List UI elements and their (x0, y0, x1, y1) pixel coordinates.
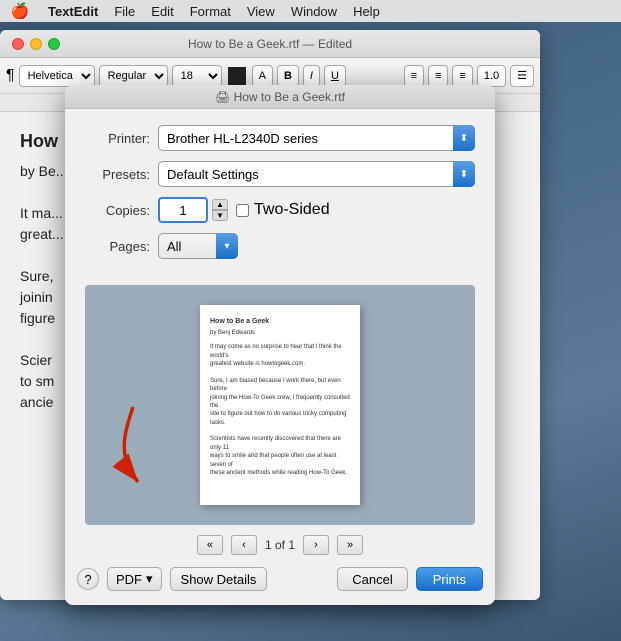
preview-page: How to Be a Geek by Benj Edwards It may … (200, 305, 360, 505)
dialog-titlebar: 🖨 How to Be a Geek.rtf (65, 85, 495, 109)
presets-label: Presets: (85, 167, 150, 182)
color-swatch[interactable] (228, 67, 246, 85)
presets-select-wrap: Default Settings ⬍ (158, 161, 475, 187)
paragraph-style-indicator: ¶ (6, 67, 15, 85)
next-page-btn[interactable]: › (303, 535, 329, 555)
two-sided-checkbox[interactable] (236, 204, 249, 217)
preview-title: How to Be a Geek (210, 317, 350, 327)
pdf-dropdown-arrow: ▾ (146, 571, 153, 587)
preview-area: How to Be a Geek by Benj Edwards It may … (85, 285, 475, 525)
preview-author: by Benj Edwards (210, 329, 350, 337)
copies-increment-btn[interactable]: ▲ (212, 199, 228, 210)
menubar-format[interactable]: Format (182, 4, 239, 19)
dialog-title: 🖨 How to Be a Geek.rtf (215, 90, 345, 104)
preview-line6: site to figure out how to do various tri… (210, 410, 350, 427)
last-page-btn[interactable]: » (337, 535, 363, 555)
dialog-body: Printer: Brother HL-L2340D series ⬍ Pres… (65, 109, 495, 285)
traffic-lights (12, 38, 60, 50)
underline-btn[interactable]: U (324, 65, 346, 87)
pages-row: Pages: All ▾ (85, 233, 475, 259)
dialog-footer: ? PDF ▾ Show Details Cancel Prints (65, 567, 495, 605)
two-sided-wrap: Two-Sided (236, 201, 330, 219)
print-dialog: 🖨 How to Be a Geek.rtf Printer: Brother … (65, 85, 495, 605)
copies-row: Copies: 1 ▲ ▼ Two-Sided (85, 197, 475, 223)
menubar-app[interactable]: TextEdit (40, 4, 106, 19)
textedit-titlebar: How to Be a Geek.rtf — Edited (0, 30, 540, 58)
copies-stepper: ▲ ▼ (212, 199, 228, 221)
align-right-btn[interactable]: ≡ (452, 65, 472, 87)
cancel-button[interactable]: Cancel (337, 567, 407, 591)
help-button[interactable]: ? (77, 568, 99, 590)
printer-select[interactable]: Brother HL-L2340D series (158, 125, 475, 151)
maximize-button[interactable] (48, 38, 60, 50)
window-title: How to Be a Geek.rtf — Edited (188, 37, 352, 51)
first-page-btn[interactable]: « (197, 535, 223, 555)
show-details-button[interactable]: Show Details (170, 567, 268, 591)
desktop: 🍎 TextEdit File Edit Format View Window … (0, 0, 621, 641)
font-family-select[interactable]: Helvetica (19, 65, 95, 87)
printer-select-wrap: Brother HL-L2340D series ⬍ (158, 125, 475, 151)
two-sided-label: Two-Sided (254, 201, 330, 219)
line-spacing-btn[interactable]: 1.0 (477, 65, 506, 87)
preview-line4: Sure, I am biased because I work there, … (210, 377, 350, 394)
font-weight-select[interactable]: Regular (99, 65, 168, 87)
align-center-btn[interactable]: ≡ (428, 65, 448, 87)
menubar: 🍎 TextEdit File Edit Format View Window … (0, 0, 621, 22)
preview-line5: joining the How-To Geek crew, I frequent… (210, 394, 350, 411)
pdf-label: PDF (116, 572, 142, 587)
presets-select[interactable]: Default Settings (158, 161, 475, 187)
minimize-button[interactable] (30, 38, 42, 50)
prev-page-btn[interactable]: ‹ (231, 535, 257, 555)
menubar-help[interactable]: Help (345, 4, 388, 19)
copies-decrement-btn[interactable]: ▼ (212, 210, 228, 221)
menubar-window[interactable]: Window (283, 4, 345, 19)
copies-input-wrap: 1 ▲ ▼ Two-Sided (158, 197, 330, 223)
apple-menu[interactable]: 🍎 (0, 2, 40, 20)
preview-line9: ways to smile and that people often use … (210, 452, 350, 469)
align-left-btn[interactable]: ≡ (404, 65, 424, 87)
red-arrow-annotation (113, 397, 193, 497)
font-size-select[interactable]: 18 (172, 65, 222, 87)
copies-label: Copies: (85, 203, 150, 218)
preview-line2: greatest website is howtogeek.com. (210, 360, 350, 368)
preview-line10: these ancient methods while reading How-… (210, 469, 350, 477)
printer-label: Printer: (85, 131, 150, 146)
bold-btn[interactable]: B (277, 65, 299, 87)
page-navigation: « ‹ 1 of 1 › » (65, 535, 495, 555)
presets-row: Presets: Default Settings ⬍ (85, 161, 475, 187)
preview-line8: Scientists have recently discovered that… (210, 435, 350, 452)
printer-row: Printer: Brother HL-L2340D series ⬍ (85, 125, 475, 151)
list-btn[interactable]: ☰ (510, 65, 534, 87)
menubar-file[interactable]: File (106, 4, 143, 19)
menubar-view[interactable]: View (239, 4, 283, 19)
highlight-btn[interactable]: A (252, 65, 273, 87)
close-button[interactable] (12, 38, 24, 50)
preview-line1: It may come as no surprise to hear that … (210, 343, 350, 360)
print-button[interactable]: Prints (416, 567, 483, 591)
menubar-edit[interactable]: Edit (143, 4, 181, 19)
pages-select[interactable]: All (158, 233, 238, 259)
pages-label: Pages: (85, 239, 150, 254)
pdf-button[interactable]: PDF ▾ (107, 567, 162, 591)
italic-btn[interactable]: I (303, 65, 320, 87)
page-counter: 1 of 1 (265, 538, 295, 552)
pages-select-wrap: All ▾ (158, 233, 238, 259)
copies-input[interactable]: 1 (158, 197, 208, 223)
